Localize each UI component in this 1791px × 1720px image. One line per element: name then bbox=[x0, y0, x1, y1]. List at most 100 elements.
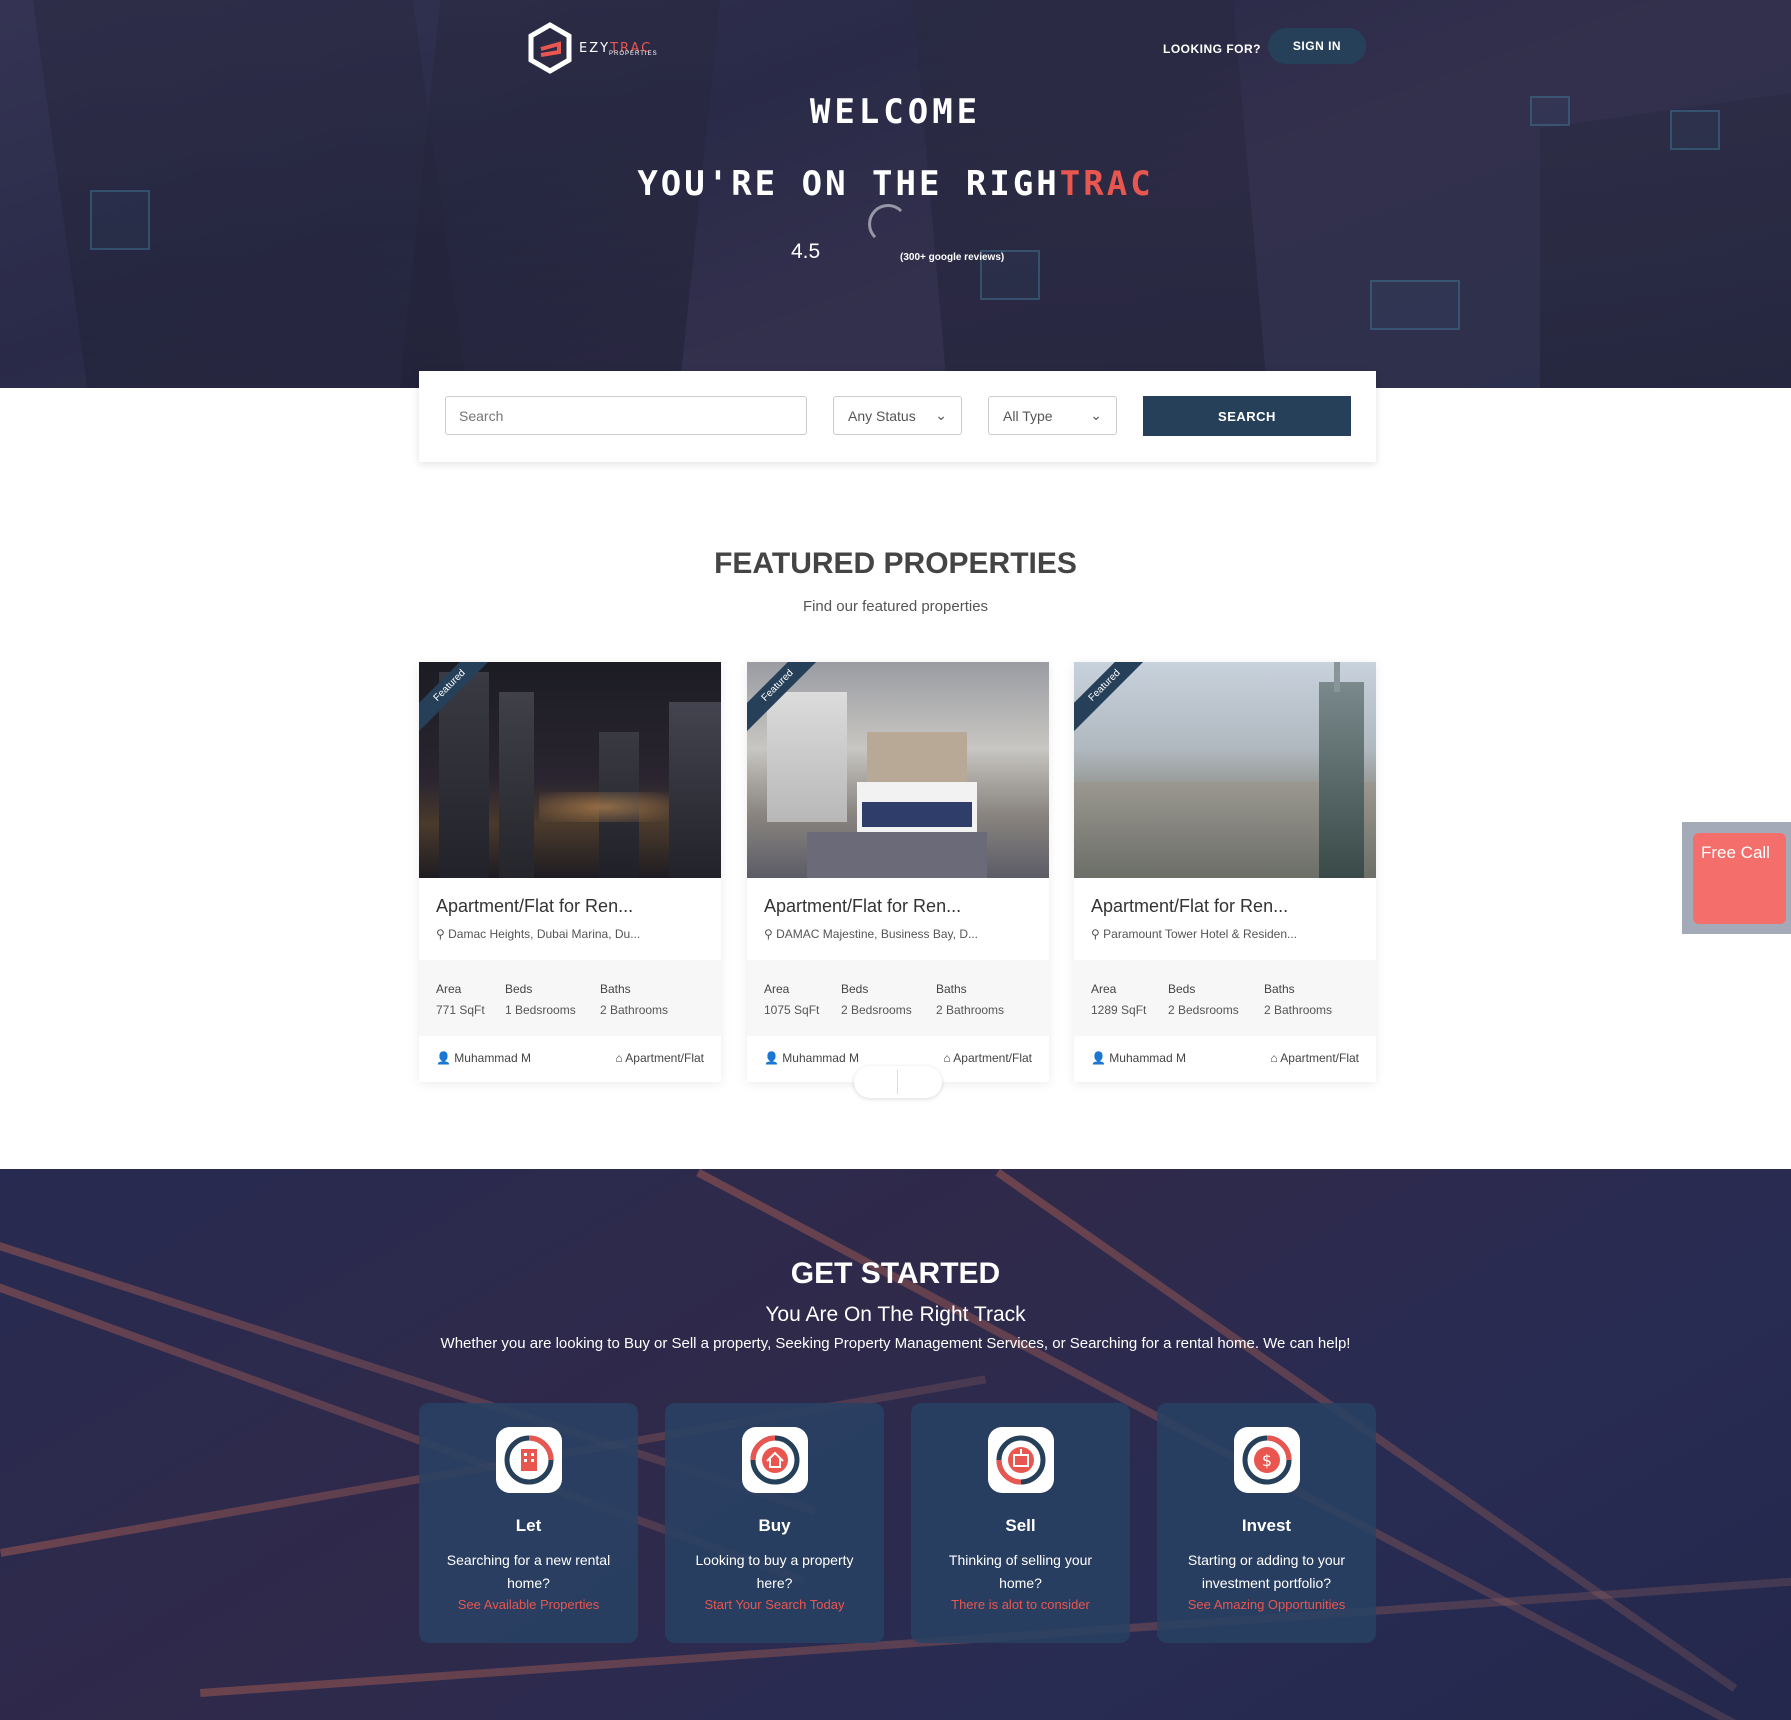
chevron-down-icon: ⌄ bbox=[935, 407, 947, 423]
service-link[interactable]: Start Your Search Today bbox=[665, 1597, 884, 1612]
service-description: Searching for a new rental home? bbox=[446, 1552, 611, 1591]
property-stats: Area Beds Baths 771 SqFt 1 Bedsrooms 2 B… bbox=[419, 960, 721, 1036]
status-select[interactable]: Any Status ⌄ bbox=[833, 396, 962, 435]
property-image[interactable]: Featured bbox=[1074, 662, 1376, 878]
service-description: Thinking of selling your home? bbox=[948, 1552, 1093, 1591]
house-icon bbox=[742, 1427, 808, 1493]
stat-baths: 2 Bathrooms bbox=[1264, 1003, 1333, 1017]
service-card-let[interactable]: Let Searching for a new rental home? See… bbox=[419, 1403, 638, 1643]
get-started-title: GET STARTED bbox=[790, 1257, 1001, 1290]
carousel-nav[interactable] bbox=[854, 1066, 942, 1098]
service-link[interactable]: See Available Properties bbox=[419, 1597, 638, 1612]
stat-baths: 2 Bathrooms bbox=[600, 1003, 669, 1017]
property-image[interactable]: Featured bbox=[747, 662, 1049, 878]
status-select-value: Any Status bbox=[848, 407, 916, 424]
service-description: Looking to buy a property here? bbox=[695, 1552, 854, 1591]
building-icon bbox=[496, 1427, 562, 1493]
property-agent[interactable]: 👤 Muhammad M bbox=[764, 1051, 859, 1065]
service-description: Starting or adding to your investment po… bbox=[1187, 1552, 1346, 1591]
property-stats: Area Beds Baths 1075 SqFt 2 Bedsrooms 2 … bbox=[747, 960, 1049, 1036]
free-call-widget[interactable]: Free Call bbox=[1682, 822, 1791, 934]
property-card[interactable]: Featured Apartment/Flat for Ren... ⚲ DAM… bbox=[747, 662, 1049, 1082]
property-title[interactable]: Apartment/Flat for Ren... bbox=[764, 896, 961, 917]
svg-text:$: $ bbox=[1262, 1451, 1272, 1470]
property-search-panel: Any Status ⌄ All Type ⌄ SEARCH bbox=[419, 371, 1376, 462]
property-address: ⚲ DAMAC Majestine, Business Bay, D... bbox=[764, 927, 978, 941]
dollar-icon: $ bbox=[1234, 1427, 1300, 1493]
stat-label-baths: Baths bbox=[600, 982, 631, 996]
sign-in-button[interactable]: SIGN IN bbox=[1268, 28, 1366, 64]
stat-label-area: Area bbox=[764, 982, 790, 996]
service-name: Let bbox=[515, 1516, 542, 1535]
service-name: Invest bbox=[1241, 1516, 1292, 1535]
looking-for-link[interactable]: LOOKING FOR? bbox=[1163, 42, 1261, 56]
stat-beds: 2 Bedsrooms bbox=[1168, 1003, 1239, 1017]
stat-area: 771 SqFt bbox=[436, 1003, 485, 1017]
get-started-section: GET STARTED You Are On The Right Track W… bbox=[0, 1169, 1791, 1720]
rating-reviews-count[interactable]: (300+ google reviews) bbox=[900, 252, 1004, 263]
map-pin-icon: ⚲ bbox=[764, 927, 773, 941]
hero-welcome: WELCOME bbox=[809, 92, 982, 132]
map-pin-icon: ⚲ bbox=[436, 927, 445, 941]
user-icon: 👤 bbox=[764, 1051, 779, 1065]
logo-e-icon bbox=[528, 22, 572, 74]
property-agent[interactable]: 👤 Muhammad M bbox=[1091, 1051, 1186, 1065]
service-link[interactable]: There is alot to consider bbox=[911, 1597, 1130, 1612]
property-title[interactable]: Apartment/Flat for Ren... bbox=[436, 896, 633, 917]
stat-label-beds: Beds bbox=[505, 982, 533, 996]
property-image[interactable]: Featured bbox=[419, 662, 721, 878]
search-input[interactable] bbox=[445, 396, 807, 435]
service-card-sell[interactable]: Sell Thinking of selling your home? Ther… bbox=[911, 1403, 1130, 1643]
stat-label-baths: Baths bbox=[1264, 982, 1295, 996]
bg-overlay bbox=[0, 1169, 1791, 1720]
stat-beds: 2 Bedsrooms bbox=[841, 1003, 912, 1017]
get-started-description: Whether you are looking to Buy or Sell a… bbox=[440, 1335, 1351, 1352]
map-pin-icon: ⚲ bbox=[1091, 927, 1100, 941]
stat-label-baths: Baths bbox=[936, 982, 967, 996]
property-card[interactable]: Featured Apartment/Flat for Ren... ⚲ Dam… bbox=[419, 662, 721, 1082]
free-call-button[interactable]: Free Call bbox=[1693, 833, 1786, 924]
property-stats: Area Beds Baths 1289 SqFt 2 Bedsrooms 2 … bbox=[1074, 960, 1376, 1036]
stat-label-beds: Beds bbox=[1168, 982, 1196, 996]
search-button[interactable]: SEARCH bbox=[1143, 396, 1351, 436]
stat-baths: 2 Bathrooms bbox=[936, 1003, 1005, 1017]
chevron-down-icon: ⌄ bbox=[1090, 407, 1102, 423]
home-icon: ⌂ bbox=[1270, 1051, 1278, 1065]
property-type: ⌂ Apartment/Flat bbox=[943, 1051, 1032, 1065]
stat-label-area: Area bbox=[1091, 982, 1117, 996]
service-link[interactable]: See Amazing Opportunities bbox=[1157, 1597, 1376, 1612]
stat-beds: 1 Bedsrooms bbox=[505, 1003, 576, 1017]
user-icon: 👤 bbox=[1091, 1051, 1106, 1065]
property-agent[interactable]: 👤 Muhammad M bbox=[436, 1051, 531, 1065]
property-address: ⚲ Damac Heights, Dubai Marina, Du... bbox=[436, 927, 641, 941]
loading-spinner-icon bbox=[868, 204, 908, 244]
hero-tagline: YOU'RE ON THE RIGHTRAC bbox=[637, 164, 1154, 204]
home-icon: ⌂ bbox=[615, 1051, 623, 1065]
type-select[interactable]: All Type ⌄ bbox=[988, 396, 1117, 435]
user-icon: 👤 bbox=[436, 1051, 451, 1065]
rating-score: 4.5 bbox=[791, 240, 821, 263]
stat-label-area: Area bbox=[436, 982, 462, 996]
property-footer: 👤 Muhammad M ⌂ Apartment/Flat bbox=[419, 1036, 721, 1082]
site-logo[interactable]: EZYTRAC bbox=[527, 22, 652, 74]
get-started-subtitle: You Are On The Right Track bbox=[765, 1303, 1026, 1326]
featured-ribbon: Featured bbox=[1074, 662, 1159, 740]
service-name: Buy bbox=[758, 1516, 791, 1535]
stat-area: 1075 SqFt bbox=[764, 1003, 820, 1017]
sale-sign-icon bbox=[988, 1427, 1054, 1493]
type-select-value: All Type bbox=[1003, 407, 1053, 424]
property-title[interactable]: Apartment/Flat for Ren... bbox=[1091, 896, 1288, 917]
logo-subtext: PROPERTIES bbox=[609, 51, 658, 57]
service-card-buy[interactable]: Buy Looking to buy a property here? Star… bbox=[665, 1403, 884, 1643]
featured-subtitle: Find our featured properties bbox=[802, 598, 989, 615]
featured-title: FEATURED PROPERTIES bbox=[714, 547, 1077, 580]
home-icon: ⌂ bbox=[943, 1051, 951, 1065]
property-address: ⚲ Paramount Tower Hotel & Residen... bbox=[1091, 927, 1298, 941]
hero-banner: EZYTRAC PROPERTIES LOOKING FOR? SIGN IN … bbox=[0, 0, 1791, 388]
property-type: ⌂ Apartment/Flat bbox=[1270, 1051, 1359, 1065]
service-card-invest[interactable]: $ Invest Starting or adding to your inve… bbox=[1157, 1403, 1376, 1643]
stat-area: 1289 SqFt bbox=[1091, 1003, 1147, 1017]
property-card[interactable]: Featured Apartment/Flat for Ren... ⚲ Par… bbox=[1074, 662, 1376, 1082]
stat-label-beds: Beds bbox=[841, 982, 869, 996]
service-name: Sell bbox=[1005, 1516, 1036, 1535]
